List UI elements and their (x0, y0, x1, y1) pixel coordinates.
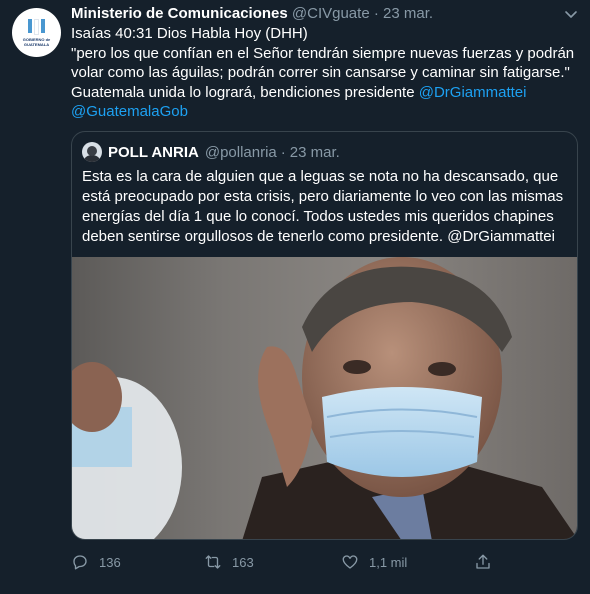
quoted-tweet-date: 23 mar. (289, 143, 340, 161)
reply-icon (73, 555, 87, 570)
like-icon (342, 555, 358, 569)
body-line: @GuatemalaGob (71, 102, 571, 122)
logo-text: GOBIERNO de GUATEMALA (22, 36, 51, 47)
tweet-actions: 136 163 1,1 mil (71, 550, 571, 574)
mention-link[interactable]: @DrGiammattei (419, 84, 527, 101)
like-count: 1,1 mil (369, 554, 408, 570)
tweet-body: Isaías 40:31 Dios Habla Hoy (DHH) "pero … (71, 24, 575, 122)
guatemala-flag-logo (28, 18, 45, 35)
retweet-action[interactable]: 163 (204, 550, 254, 574)
quoted-text-line: está preocupado por esta crisis, pero di… (82, 188, 564, 205)
body-line-text: Guatemala unida lo logrará, bendiciones … (71, 83, 419, 101)
share-icon (476, 554, 490, 569)
photo-illustration (72, 257, 577, 539)
quoted-tweet-text: Esta es la cara de alguien que a leguas … (82, 167, 572, 247)
body-line: Guatemala unida lo logrará, bendiciones … (71, 83, 571, 103)
share-action[interactable] (474, 550, 502, 574)
quoted-tweet-photo[interactable] (72, 257, 577, 539)
author-avatar[interactable]: GOBIERNO de GUATEMALA (12, 8, 61, 57)
quoted-author-name: POLL ANRIA (108, 143, 199, 161)
quoted-text-line: Esta es la cara de alguien que a leguas … (82, 168, 559, 185)
reply-count: 136 (99, 554, 121, 570)
quoted-text-line: energías del día 1 que lo conocí. Todos … (82, 208, 554, 225)
body-line: "pero los que confían en el Señor tendrá… (71, 44, 575, 62)
tweet-header: Ministerio de Comunicaciones @CIVguate ·… (71, 5, 433, 23)
mention-link[interactable]: @GuatemalaGob (71, 103, 188, 120)
date-separator: · (280, 143, 286, 161)
tweet[interactable]: GOBIERNO de GUATEMALA Ministerio de Comu… (0, 0, 590, 594)
like-action[interactable]: 1,1 mil (341, 550, 407, 574)
body-line: Isaías 40:31 Dios Habla Hoy (DHH) (71, 25, 308, 42)
reply-action[interactable]: 136 (71, 550, 121, 574)
quoted-author-handle: @pollanria (204, 143, 277, 161)
author-name[interactable]: Ministerio de Comunicaciones (71, 5, 288, 22)
date-separator: · (373, 5, 379, 22)
retweet-count: 163 (232, 554, 254, 570)
caret-down-icon[interactable] (564, 7, 578, 21)
body-line: volar como las águilas; podrán correr si… (71, 64, 570, 81)
quoted-author-avatar (82, 142, 102, 162)
quoted-text-line: deben sentirse orgullosos de tenerlo com… (82, 228, 555, 245)
quoted-tweet[interactable]: POLL ANRIA @pollanria · 23 mar. Esta es … (71, 131, 578, 540)
retweet-icon (205, 555, 221, 569)
author-handle[interactable]: @CIVguate (292, 5, 370, 22)
tweet-date[interactable]: 23 mar. (383, 5, 433, 22)
quoted-tweet-header: POLL ANRIA @pollanria · 23 mar. (82, 142, 340, 162)
